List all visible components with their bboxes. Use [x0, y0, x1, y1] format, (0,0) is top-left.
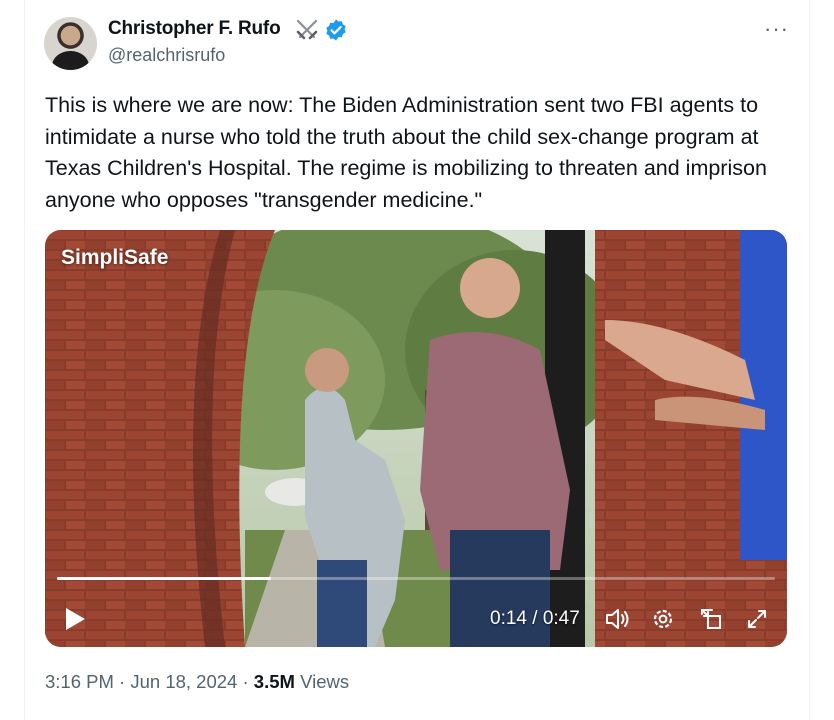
- video-time: 0:14 / 0:47: [490, 608, 580, 629]
- settings-icon[interactable]: [649, 605, 677, 633]
- play-icon[interactable]: [63, 606, 87, 632]
- video-player[interactable]: SimpliSafe 0:14 / 0:47: [45, 230, 787, 647]
- video-frame: [45, 230, 787, 647]
- fullscreen-icon[interactable]: [743, 605, 771, 633]
- verified-badge-icon: [326, 19, 346, 41]
- tweet-date[interactable]: Jun 18, 2024: [130, 671, 237, 692]
- crossed-swords-icon: [296, 19, 318, 40]
- separator: ·: [119, 671, 131, 692]
- views-count: 3.5M: [253, 671, 295, 692]
- pip-icon[interactable]: [697, 605, 725, 633]
- tweet-time[interactable]: 3:16 PM: [45, 671, 114, 692]
- progress-bar[interactable]: [57, 577, 775, 580]
- tweet-meta: 3:16 PM · Jun 18, 2024 · 3.5M Views: [45, 671, 349, 693]
- views-label: Views: [300, 671, 350, 692]
- avatar[interactable]: [44, 17, 97, 70]
- author-name[interactable]: Christopher F. Rufo: [108, 18, 281, 40]
- tweet-text: This is where we are now: The Biden Admi…: [45, 93, 767, 212]
- progress-fill: [57, 577, 271, 580]
- author-handle[interactable]: @realchrisrufo: [108, 45, 225, 66]
- separator: ·: [242, 671, 254, 692]
- volume-icon[interactable]: [603, 605, 631, 633]
- video-watermark: SimpliSafe: [61, 246, 169, 269]
- more-options-icon[interactable]: ···: [764, 16, 789, 42]
